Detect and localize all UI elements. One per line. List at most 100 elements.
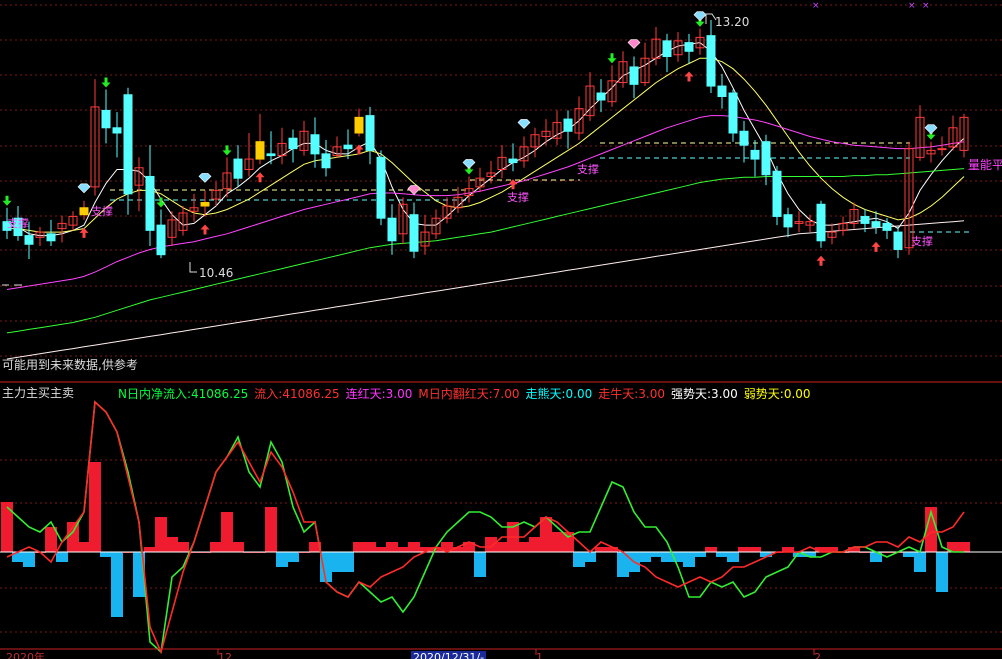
support-label: 支撑 <box>91 205 113 218</box>
candle-body <box>233 158 243 179</box>
stock-chart-window: × × × 可能用到未来数据,供参考 主力主买主卖 N日内净流入:41086.25 流… <box>0 0 1002 659</box>
money-flow-bar <box>551 532 563 552</box>
money-flow-bar <box>166 537 178 552</box>
indicator-name[interactable]: 主力主买主卖 <box>2 387 74 400</box>
green-arrow-icon <box>156 197 166 208</box>
diamond-shape <box>462 159 476 169</box>
diamond-shape <box>407 185 421 195</box>
diamond-icon <box>77 183 91 194</box>
money-flow-bar <box>914 552 926 572</box>
money-flow-bar <box>716 552 728 557</box>
candle-body <box>145 175 155 231</box>
diamond-icon <box>693 11 707 22</box>
red-arrow-icon <box>684 71 694 82</box>
time-axis-cursor-date[interactable]: 2020/12/31/- <box>411 651 487 659</box>
diamond-shape <box>693 11 707 22</box>
arrow-shape <box>684 71 694 82</box>
money-flow-bar <box>694 552 706 557</box>
flow-line <box>6 400 965 655</box>
candle-body <box>288 137 298 150</box>
diamond-icon <box>924 124 938 135</box>
arrow-shape <box>871 241 881 252</box>
money-flow-bar <box>485 537 497 552</box>
money-flow-bar <box>496 542 508 552</box>
time-axis: 2020年 12 2020/12/31/- 1 2 <box>0 650 1002 659</box>
money-flow-bar <box>408 542 420 552</box>
indicator-legend-item: 流入:41086.25 <box>254 387 340 401</box>
money-flow-bar <box>529 537 541 552</box>
candle-body <box>255 141 265 160</box>
time-axis-label: 2020年 <box>6 651 45 659</box>
green-arrow-icon <box>2 195 12 206</box>
money-flow-bar <box>1 502 13 552</box>
candle-body <box>772 170 782 217</box>
candle-body <box>112 127 122 134</box>
marker-cross-icon: × <box>908 1 916 11</box>
candle-body <box>365 115 375 151</box>
candle-body <box>123 94 133 195</box>
money-flow-bar <box>56 552 68 562</box>
indicator-panel[interactable] <box>0 382 1002 659</box>
diamond-icon <box>462 159 476 169</box>
price-panel[interactable]: × × × <box>0 0 1002 382</box>
indicator-legend-item: 走牛天:3.00 <box>598 387 666 401</box>
candle-body <box>310 134 320 155</box>
money-flow-bar <box>958 542 970 552</box>
indicator-legend-item: 弱势天:0.00 <box>743 387 811 401</box>
money-flow-bar <box>727 552 739 562</box>
candle-body <box>684 42 694 52</box>
arrow-shape <box>607 53 617 64</box>
money-flow-bar <box>738 547 750 552</box>
money-flow-bar <box>342 552 354 572</box>
indicator-legend-item: 连红天:3.00 <box>345 387 413 401</box>
money-flow-bar <box>276 552 288 567</box>
diamond-icon <box>407 185 421 195</box>
candle-body <box>101 109 111 129</box>
money-flow-bar <box>353 542 365 552</box>
arrow-shape <box>200 224 210 235</box>
money-flow-bar <box>540 517 552 552</box>
money-flow-bar <box>518 542 530 552</box>
money-flow-bar <box>331 552 343 572</box>
money-flow-bar <box>287 552 299 562</box>
flow-line <box>6 400 964 654</box>
money-flow-bar <box>650 552 662 557</box>
red-arrow-icon <box>871 241 881 252</box>
candle-body <box>662 40 672 58</box>
indicator-legend-item: 走熊天:0.00 <box>525 387 593 401</box>
money-flow-bar <box>903 552 915 557</box>
candle-body <box>750 149 760 160</box>
candle-body <box>376 156 386 219</box>
candle-body <box>409 214 419 252</box>
green-arrow-icon <box>607 53 617 64</box>
low-price-label: 10.46 <box>199 266 234 280</box>
candle-body <box>728 92 738 134</box>
diamond-icon <box>517 119 531 129</box>
support-label: 支撑 <box>911 235 933 248</box>
candle-body <box>706 35 716 87</box>
red-arrow-icon <box>200 224 210 235</box>
candle-body <box>321 153 331 169</box>
candle-body <box>882 222 892 231</box>
candle-body <box>816 203 826 242</box>
support-label: 支撑 <box>507 191 529 204</box>
money-flow-bar <box>78 542 90 552</box>
future-data-notice: 可能用到未来数据,供参考 <box>2 358 138 372</box>
candle-body <box>387 217 397 242</box>
candle-body <box>79 207 89 216</box>
moving-average-line <box>6 220 965 360</box>
candle-body <box>783 214 793 228</box>
candle-body <box>156 224 166 256</box>
candle-body <box>24 235 34 245</box>
indicator-legend-item: M日内翻红天:7.00 <box>418 387 520 401</box>
diamond-shape <box>924 124 938 135</box>
volume-flat-label: 量能平 <box>968 158 1002 172</box>
money-flow-bar <box>100 552 112 557</box>
candle-body <box>596 92 606 101</box>
indicator-legend-item: N日内净流入:41086.25 <box>118 387 249 401</box>
candle-body <box>200 202 210 207</box>
money-flow-bar <box>573 552 585 567</box>
time-axis-label: 2 <box>814 651 821 659</box>
candle-body <box>563 118 573 132</box>
money-flow-bar <box>936 552 948 592</box>
